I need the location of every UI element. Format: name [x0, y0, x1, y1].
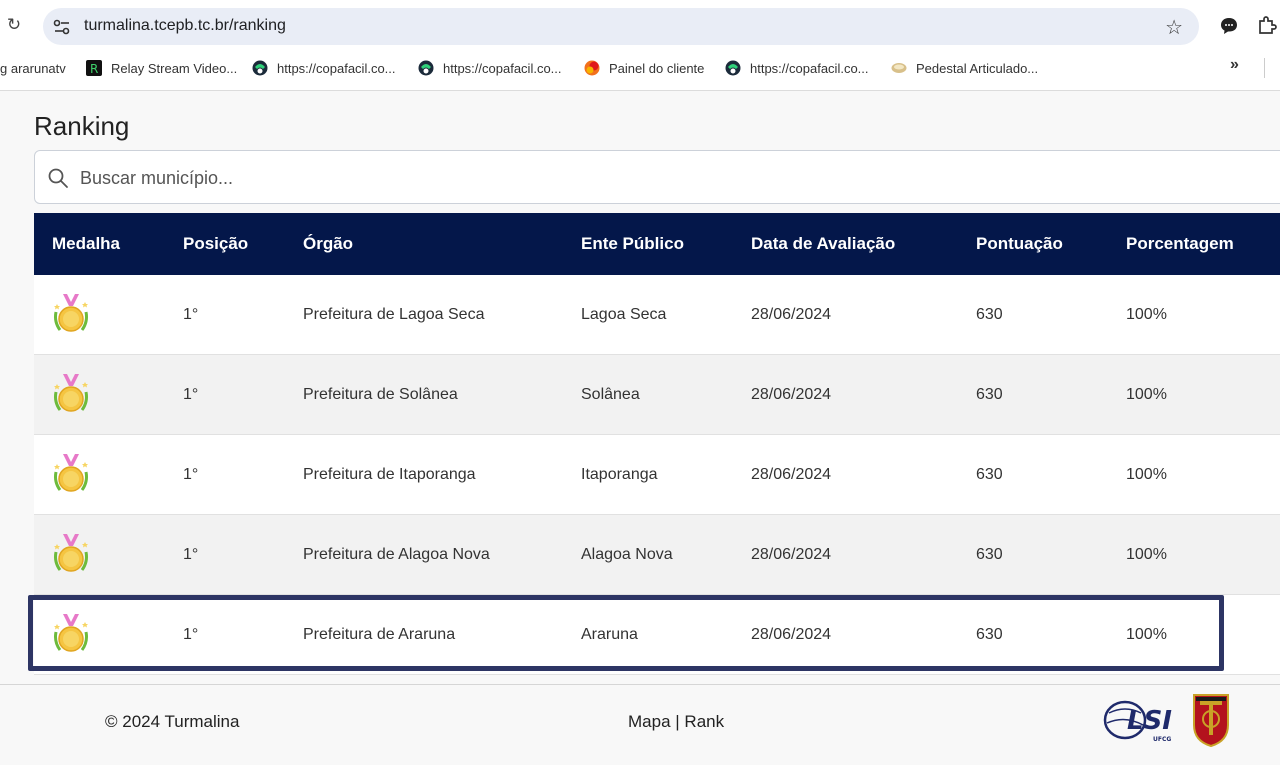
copafacil-icon: [252, 60, 268, 76]
footer-link-separator: |: [675, 712, 680, 731]
header-ente-publico[interactable]: Ente Público: [581, 213, 684, 275]
map-link[interactable]: Mapa: [628, 712, 671, 731]
gold-medal-icon: [54, 454, 88, 492]
header-data-avaliacao[interactable]: Data de Avaliação: [751, 213, 895, 275]
bookmark-star-icon[interactable]: ☆: [1165, 15, 1183, 40]
table-row: 1° Prefeitura de Lagoa Seca Lagoa Seca 28/0…: [34, 275, 1280, 355]
page-title: Ranking: [34, 111, 130, 141]
extensions-icon[interactable]: [1256, 13, 1280, 37]
footer: © 2024 Turmalina Mapa | Rank LSI UFCG: [0, 684, 1280, 765]
header-posicao[interactable]: Posição: [183, 213, 248, 275]
cell-data-avaliacao: 28/06/2024: [751, 546, 832, 563]
bookmark-item[interactable]: g ararunatv: [0, 56, 66, 80]
cell-ente-publico: Itaporanga: [581, 466, 658, 483]
cell-porcentagem: 100%: [1126, 386, 1167, 403]
cell-ente-publico: Alagoa Nova: [581, 546, 673, 563]
address-bar[interactable]: turmalina.tcepb.tc.br/ranking ☆: [43, 8, 1199, 45]
bookmark-label: https://copafacil.co...: [277, 60, 396, 76]
cell-orgao: Prefeitura de Solânea: [303, 386, 458, 403]
cell-orgao: Prefeitura de Itaporanga: [303, 466, 476, 483]
rank-link[interactable]: Rank: [684, 712, 724, 731]
gold-medal-icon: [54, 294, 88, 332]
pedestal-icon: [891, 63, 907, 73]
bookmark-label: Painel do cliente: [609, 60, 705, 76]
cell-posicao: 1°: [183, 306, 199, 323]
cell-orgao: Prefeitura de Lagoa Seca: [303, 306, 485, 323]
copyright-text: © 2024 Turmalina: [105, 712, 240, 731]
bookmark-label: g ararunatv: [0, 60, 66, 76]
header-porcentagem[interactable]: Porcentagem: [1126, 213, 1234, 275]
search-icon: [48, 168, 68, 188]
table-row: 1° Prefeitura de Itaporanga Itaporanga 28/0…: [34, 435, 1280, 515]
table-row: 1° Prefeitura de Solânea Solânea 28/06/2024…: [34, 355, 1280, 435]
copafacil-icon: [725, 60, 741, 76]
relay-icon: R: [86, 60, 102, 76]
gold-medal-icon: [54, 534, 88, 572]
header-pontuacao[interactable]: Pontuação: [976, 213, 1063, 275]
bookmark-label: Pedestal Articulado...: [916, 60, 1039, 76]
cell-pontuacao: 630: [976, 546, 1003, 563]
browser-chrome: ↻ turmalina.tcepb.tc.br/ranking ☆ g arar…: [0, 0, 1280, 91]
header-medalha[interactable]: Medalha: [52, 213, 120, 275]
cell-pontuacao: 630: [976, 306, 1003, 323]
cell-porcentagem: 100%: [1126, 466, 1167, 483]
reload-icon[interactable]: ↻: [3, 14, 25, 36]
cell-pontuacao: 630: [976, 466, 1003, 483]
bookmark-label: https://copafacil.co...: [750, 60, 869, 76]
cell-posicao: 1°: [183, 386, 199, 403]
cell-posicao: 1°: [183, 466, 199, 483]
bookmark-item[interactable]: Pedestal Articulado...: [891, 56, 1038, 80]
table-header: Medalha Posição Órgão Ente Público Data …: [34, 213, 1280, 275]
footer-links: Mapa | Rank: [628, 712, 724, 732]
bookmarks-bar: g ararunatv R Relay Stream Video... http…: [0, 56, 1280, 80]
cell-posicao: 1°: [183, 546, 199, 563]
bookmark-item[interactable]: R Relay Stream Video...: [86, 56, 237, 80]
highlighted-row-outline: [28, 595, 1224, 671]
site-settings-icon[interactable]: [52, 17, 72, 37]
tce-pb-logo: [1193, 694, 1229, 747]
cell-ente-publico: Lagoa Seca: [581, 306, 667, 323]
bookmark-label: https://copafacil.co...: [443, 60, 562, 76]
cell-orgao: Prefeitura de Alagoa Nova: [303, 546, 490, 563]
bookmark-item[interactable]: https://copafacil.co...: [725, 56, 869, 80]
table-row: 1° Prefeitura de Alagoa Nova Alagoa Nova 28…: [34, 515, 1280, 595]
url-text[interactable]: turmalina.tcepb.tc.br/ranking: [84, 17, 286, 35]
cell-porcentagem: 100%: [1126, 306, 1167, 323]
chat-icon[interactable]: [1218, 15, 1240, 37]
cell-porcentagem: 100%: [1126, 546, 1167, 563]
bookmark-item[interactable]: Painel do cliente: [584, 56, 704, 80]
page-content: Ranking Medalha Posição Órgão Ente Públi…: [0, 92, 1280, 765]
cell-pontuacao: 630: [976, 386, 1003, 403]
lsi-logo-text: LSI: [1127, 706, 1172, 736]
copafacil-icon: [418, 60, 434, 76]
bookmark-item[interactable]: https://copafacil.co...: [252, 56, 396, 80]
lsi-logo-subtext: UFCG: [1153, 736, 1171, 743]
cell-ente-publico: Solânea: [581, 386, 640, 403]
header-orgao[interactable]: Órgão: [303, 213, 353, 275]
gold-medal-icon: [54, 374, 88, 412]
search-input[interactable]: [80, 164, 780, 192]
search-box[interactable]: [34, 150, 1280, 204]
cell-data-avaliacao: 28/06/2024: [751, 386, 832, 403]
bookmark-label: Relay Stream Video...: [111, 60, 238, 76]
cell-data-avaliacao: 28/06/2024: [751, 306, 832, 323]
painel-icon: [584, 60, 600, 76]
svg-text:R: R: [90, 62, 98, 76]
more-bookmarks-icon[interactable]: »: [1230, 56, 1239, 74]
cell-data-avaliacao: 28/06/2024: [751, 466, 832, 483]
bookmark-item[interactable]: https://copafacil.co...: [418, 56, 562, 80]
bookmarks-divider: [1264, 58, 1265, 78]
lsi-ufcg-logo: LSI UFCG: [1103, 700, 1172, 743]
